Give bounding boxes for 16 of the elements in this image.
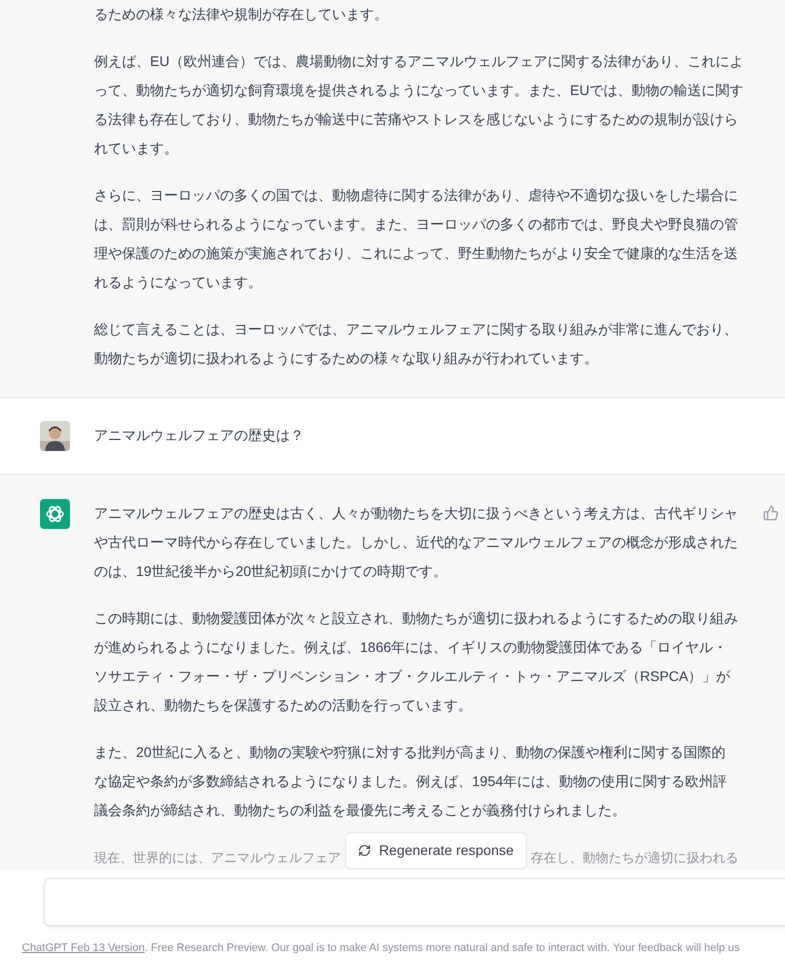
regenerate-button[interactable]: Regenerate response — [345, 832, 527, 869]
thumbs-up-icon[interactable] — [762, 505, 779, 521]
message-paragraph: アニマルウェルフェアの歴史は？ — [94, 426, 305, 445]
footer-text: . Free Research Preview. Our goal is to make AI systems more natural and safe to interact with. Your feedback will help us — [144, 942, 740, 954]
message-paragraph: 現在、世界的には、アニマルウェルフェア — [94, 849, 341, 867]
message-paragraph: アニマルウェルフェアの歴史は古く、人々が動物たちを大切に扱うべきという考え方は、古代ギリシャや古代ローマ時代から存在していました。しかし、近代的なアニマルウェルフェアの概念が形成されたのは、19世紀後半から20世紀初頭にかけての時期です。 — [94, 504, 739, 581]
message-paragraph: さらに、ヨーロッパの多くの国では、動物虐待に関する法律があり、虐待や不適切な扱いをした場合には、罰則が科せられるようになっています。また、ヨーロッパの多くの都市では、野良犬や野良猫の管理や保護のための施策が実施されており、これによって、野生動物たちがより安全で健康的な生活を送れるようになっています。 — [94, 186, 739, 292]
message-paragraph: るための様々な法律や規制が存在しています。 — [94, 5, 389, 24]
message-paragraph: 総じて言えることは、ヨーロッパでは、アニマルウェルフェアに関する取り組みが非常に進んでおり、動物たちが適切に扱われるようにするための様々な取り組みが行われています。 — [94, 320, 739, 368]
message-paragraph: この時期には、動物愛護団体が次々と設立され、動物たちが適切に扱われるようにするための取り組みが進められるようになりました。例えば、1866年には、イギリスの動物愛護団体である「ロイヤル・ソサエティ・フォー・ザ・プリベンション・オブ・クルエルティ・トゥ・アニマルズ（RSPCA）」が設立され、動物たちを保護するための活動を行っています。 — [94, 609, 739, 715]
refresh-icon — [358, 844, 371, 857]
message-paragraph: また、20世紀に入ると、動物の実験や狩猟に対する批判が高まり、動物の保護や権利に関する国際的な協定や条約が多数締結されるようになりました。例えば、1954年には、動物の使用に関する欧州評議会条約が締結され、動物たちの利益を最優先に考えることが義務付けられました。 — [94, 743, 728, 820]
message-paragraph: 例えば、EU（欧州連合）では、農場動物に対するアニマルウェルフェアに関する法律があり、これによって、動物たちが適切な飼育環境を提供されるようになっています。また、EUでは、動物の輸送に関する法律も存在しており、動物たちが輸送中に苦痛やストレスを感じないようにするための規制が設けられています。 — [94, 52, 744, 158]
message-input-field[interactable] — [44, 878, 785, 926]
message-paragraph: 存在し、動物たちが適切に扱われる — [530, 849, 739, 867]
assistant-logo-icon — [40, 499, 70, 529]
